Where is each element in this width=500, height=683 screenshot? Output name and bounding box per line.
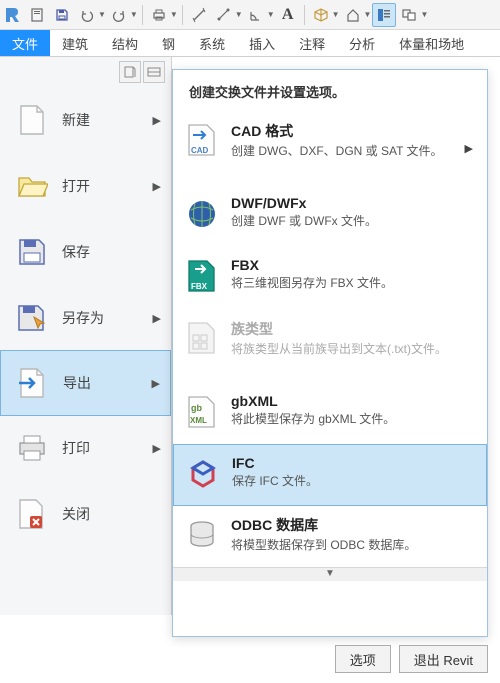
tab-file[interactable]: 文件 <box>0 30 50 56</box>
quick-access-toolbar: ▼ ▼ ▼ ▼ ▼ A ▼ ▼ ▼ <box>0 0 500 30</box>
submenu-arrow-icon: ▶ <box>153 180 161 193</box>
export-dwf[interactable]: DWF/DWFx创建 DWF 或 DWFx 文件。 <box>173 185 487 247</box>
export-header: 创建交换文件并设置选项。 <box>173 70 487 111</box>
close-icon <box>16 498 48 530</box>
recent-docs-small-icon[interactable] <box>119 61 141 83</box>
family-types-icon <box>185 321 219 355</box>
new-file-icon <box>16 104 48 136</box>
file-export[interactable]: 导出▶ <box>0 350 171 416</box>
qat-redo-icon[interactable] <box>107 3 131 27</box>
export-fbx[interactable]: FBX FBX将三维视图另存为 FBX 文件。 <box>173 247 487 309</box>
qat-home-icon[interactable] <box>341 3 365 27</box>
file-menu-footer: 选项 退出 Revit <box>172 639 496 679</box>
svg-text:gb: gb <box>191 403 202 413</box>
export-gbxml[interactable]: gbXML gbXML将此模型保存为 gbXML 文件。 <box>173 383 487 445</box>
fbx-icon: FBX <box>185 259 219 293</box>
open-folder-icon <box>16 170 48 202</box>
tab-systems[interactable]: 系统 <box>187 30 237 56</box>
tab-structure[interactable]: 结构 <box>100 30 150 56</box>
qat-page-icon[interactable] <box>25 3 49 27</box>
dropdown-arrow-icon[interactable]: ▼ <box>235 10 243 19</box>
tab-analyze[interactable]: 分析 <box>337 30 387 56</box>
qat-save-icon[interactable] <box>50 3 74 27</box>
file-save[interactable]: 保存 <box>0 219 171 285</box>
svg-text:FBX: FBX <box>191 282 208 291</box>
submenu-arrow-icon: ▶ <box>152 377 160 390</box>
tab-steel[interactable]: 钢 <box>150 30 187 56</box>
ifc-icon <box>186 457 220 491</box>
export-cad[interactable]: CAD CAD 格式创建 DWG、DXF、DGN 或 SAT 文件。 ▶ <box>173 111 487 185</box>
save-icon <box>16 236 48 268</box>
submenu-arrow-icon: ▶ <box>153 312 161 325</box>
qat-undo-icon[interactable] <box>75 3 99 27</box>
dropdown-arrow-icon[interactable]: ▼ <box>364 10 372 19</box>
file-new[interactable]: 新建▶ <box>0 87 171 153</box>
options-button[interactable]: 选项 <box>335 645 391 673</box>
tab-massing[interactable]: 体量和场地 <box>387 30 476 56</box>
qat-measure-icon[interactable] <box>187 3 211 27</box>
file-menu-list: 新建▶ 打开▶ 保存 另存为▶ 导出▶ 打印▶ 关闭 <box>0 57 172 615</box>
qat-properties-icon[interactable] <box>372 3 396 27</box>
file-open[interactable]: 打开▶ <box>0 153 171 219</box>
odbc-database-icon <box>185 517 219 551</box>
tab-insert[interactable]: 插入 <box>237 30 287 56</box>
qat-dim-aligned-icon[interactable] <box>212 3 236 27</box>
scroll-down-hint[interactable]: ▼ <box>173 567 487 581</box>
ribbon-tabs: 文件 建筑 结构 钢 系统 插入 注释 分析 体量和场地 <box>0 30 500 57</box>
dropdown-arrow-icon[interactable]: ▼ <box>170 10 178 19</box>
svg-text:XML: XML <box>190 416 207 425</box>
qat-text-icon[interactable]: A <box>276 3 300 27</box>
tab-annotate[interactable]: 注释 <box>287 30 337 56</box>
print-icon <box>16 432 48 464</box>
recent-docs-large-icon[interactable] <box>143 61 165 83</box>
export-icon <box>17 367 49 399</box>
dropdown-arrow-icon[interactable]: ▼ <box>332 10 340 19</box>
gbxml-icon: gb XML <box>185 395 219 429</box>
exit-revit-button[interactable]: 退出 Revit <box>399 645 488 673</box>
file-print[interactable]: 打印▶ <box>0 415 171 481</box>
export-odbc[interactable]: ODBC 数据库将模型数据保存到 ODBC 数据库。 <box>173 505 487 567</box>
svg-text:CAD: CAD <box>191 146 209 155</box>
qat-3dview-icon[interactable] <box>309 3 333 27</box>
export-submenu: 创建交换文件并设置选项。 CAD CAD 格式创建 DWG、DXF、DGN 或 … <box>172 69 488 637</box>
tab-architecture[interactable]: 建筑 <box>50 30 100 56</box>
saveas-icon <box>16 302 48 334</box>
qat-link-icon[interactable] <box>397 3 421 27</box>
dropdown-arrow-icon[interactable]: ▼ <box>267 10 275 19</box>
submenu-arrow-icon: ▶ <box>153 114 161 127</box>
dwf-globe-icon <box>185 197 219 231</box>
file-saveas[interactable]: 另存为▶ <box>0 285 171 351</box>
dropdown-arrow-icon[interactable]: ▼ <box>130 10 138 19</box>
revit-logo-icon <box>2 4 24 26</box>
submenu-arrow-icon: ▶ <box>153 442 161 455</box>
file-menu-panel: 新建▶ 打开▶ 保存 另存为▶ 导出▶ 打印▶ 关闭 创建交换文件并设置选 <box>0 57 500 683</box>
qat-dim-angular-icon[interactable] <box>244 3 268 27</box>
dropdown-arrow-icon[interactable]: ▼ <box>420 10 428 19</box>
dropdown-arrow-icon[interactable]: ▼ <box>98 10 106 19</box>
export-family-types: 族类型将族类型从当前族导出到文本(.txt)文件。 <box>173 309 487 383</box>
qat-print-icon[interactable] <box>147 3 171 27</box>
cad-icon: CAD <box>185 123 219 157</box>
file-close[interactable]: 关闭 <box>0 481 171 547</box>
export-ifc[interactable]: IFC保存 IFC 文件。 <box>173 444 487 506</box>
submenu-arrow-icon: ▶ <box>465 142 473 155</box>
